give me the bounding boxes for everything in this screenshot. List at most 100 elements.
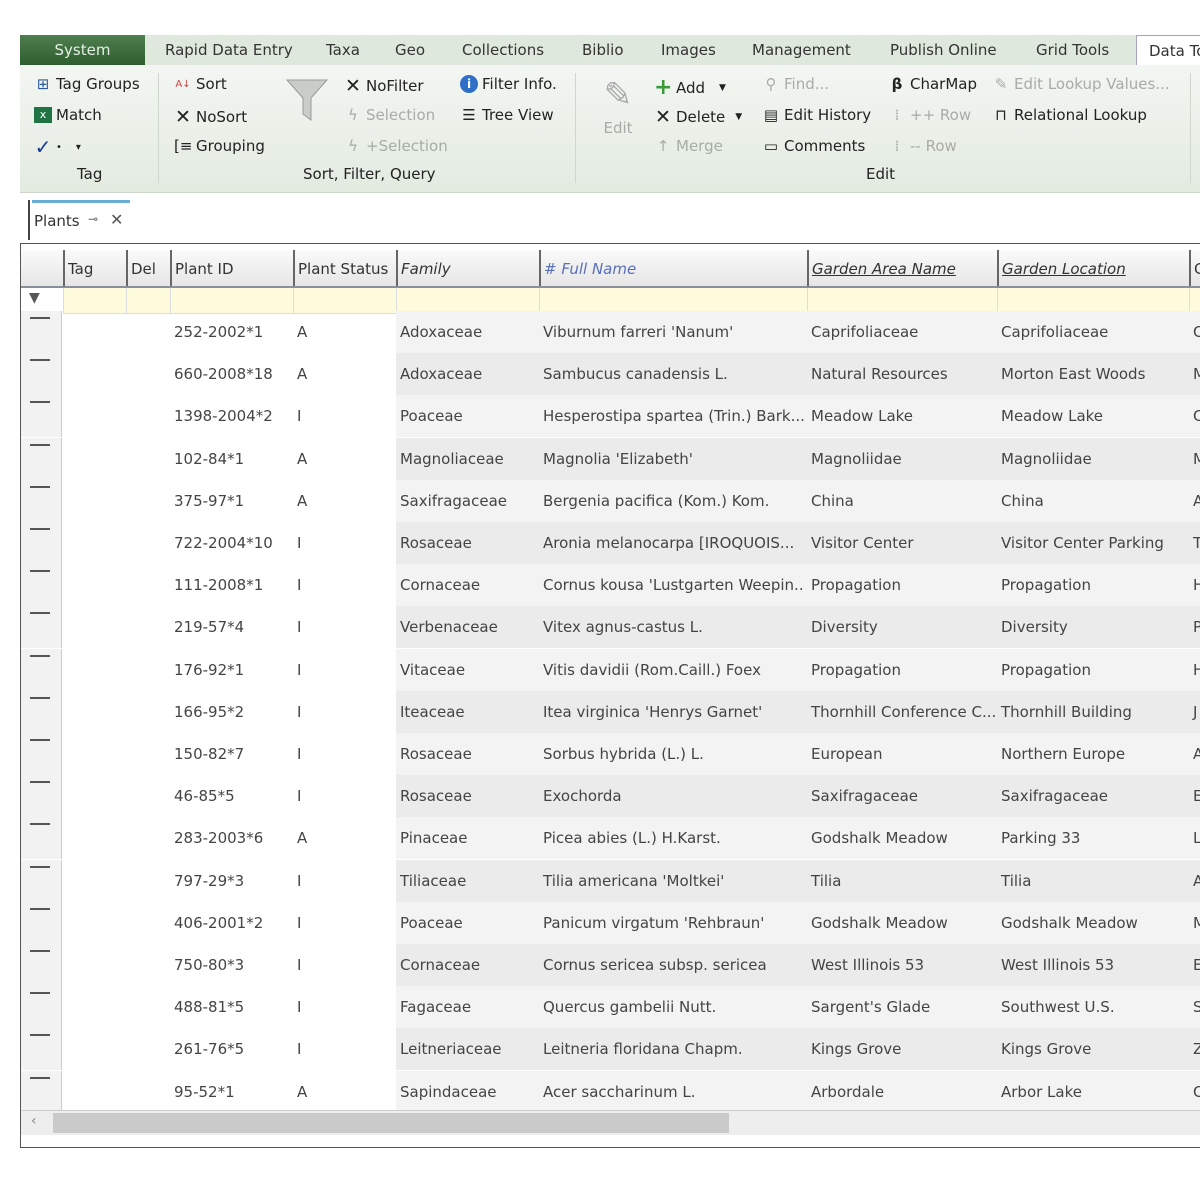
nofilter-button[interactable]: ✕ NoFilter [344, 75, 424, 97]
row-selector[interactable] [21, 353, 62, 396]
table-row[interactable]: 95-52*1 A Sapindaceae Acer saccharinum L. Ar… [63, 1070, 1200, 1113]
cell-garden-location[interactable]: Propagation [997, 649, 1187, 691]
filter-cell[interactable] [997, 288, 1190, 313]
column-header-g[interactable]: G [1189, 250, 1200, 286]
cell-plant-id[interactable]: 406-2001*2 [170, 902, 291, 944]
cell-family[interactable]: Vitaceae [396, 649, 537, 691]
pin-icon[interactable]: ⊸ [88, 212, 98, 226]
cell-family[interactable]: Adoxaceae [396, 353, 537, 395]
cell-plant-id[interactable]: 1398-2004*2 [170, 395, 291, 437]
table-row[interactable]: 252-2002*1 A Adoxaceae Viburnum farreri 'Na… [63, 311, 1200, 353]
cell-family[interactable]: Tiliaceae [396, 860, 537, 902]
cell-family[interactable]: Verbenaceae [396, 606, 537, 648]
cell-next-column[interactable]: H [1189, 564, 1200, 606]
cell-garden-location[interactable]: Tilia [997, 860, 1187, 902]
table-row[interactable]: 797-29*3 I Tiliaceae Tilia americana 'Moltk… [63, 859, 1200, 902]
cell-full-name[interactable]: Panicum virgatum 'Rehbraun' [539, 902, 805, 944]
scrollbar-thumb[interactable] [53, 1113, 729, 1133]
cell-plant-status[interactable]: I [293, 733, 394, 775]
cell-full-name[interactable]: Exochorda [539, 775, 805, 817]
cell-full-name[interactable]: Hesperostipa spartea (Trin.) Bark... [539, 395, 805, 437]
row-selector[interactable] [21, 311, 62, 353]
row-selector[interactable] [21, 690, 62, 733]
cell-plant-status[interactable]: I [293, 606, 394, 648]
filter-cell[interactable] [539, 288, 808, 313]
row-selector[interactable] [21, 733, 62, 775]
table-row[interactable]: 488-81*5 I Fagaceae Quercus gambelii Nutt. S… [63, 986, 1200, 1029]
cell-family[interactable]: Rosaceae [396, 775, 537, 817]
cell-plant-status[interactable]: A [293, 480, 394, 522]
row-selector[interactable] [21, 944, 62, 986]
cell-garden-area-name[interactable]: Natural Resources [807, 353, 995, 395]
cell-next-column[interactable]: A [1189, 480, 1200, 522]
tab-geo[interactable]: Geo [395, 35, 440, 65]
cell-garden-location[interactable]: Kings Grove [997, 1028, 1187, 1070]
grouping-button[interactable]: [≡ Grouping [174, 137, 265, 155]
cell-plant-id[interactable]: 219-57*4 [170, 606, 291, 648]
row-selector[interactable] [21, 564, 62, 607]
cell-full-name[interactable]: Cornus kousa 'Lustgarten Weepin... [539, 564, 805, 606]
cell-plant-status[interactable]: I [293, 1028, 394, 1070]
find-button[interactable]: ⚲ Find... [762, 75, 830, 93]
table-row[interactable]: 660-2008*18 A Adoxaceae Sambucus canadensis… [63, 353, 1200, 396]
cell-plant-id[interactable]: 722-2004*10 [170, 522, 291, 564]
filter-cell[interactable] [807, 288, 998, 313]
cell-plant-status[interactable]: I [293, 564, 394, 606]
cell-garden-location[interactable]: Saxifragaceae [997, 775, 1187, 817]
cell-plant-id[interactable]: 102-84*1 [170, 438, 291, 480]
column-header-plant-status[interactable]: Plant Status [293, 250, 396, 286]
cell-garden-area-name[interactable]: Magnoliidae [807, 438, 995, 480]
cell-plant-id[interactable]: 252-2002*1 [170, 311, 291, 353]
table-row[interactable]: 375-97*1 A Saxifragaceae Bergenia pacifica … [63, 479, 1200, 522]
cell-next-column[interactable]: E [1189, 944, 1200, 986]
cell-garden-location[interactable]: Northern Europe [997, 733, 1187, 775]
cell-next-column[interactable]: H [1189, 649, 1200, 691]
cell-next-column[interactable]: L [1189, 817, 1200, 859]
row-selector[interactable] [21, 479, 62, 522]
cell-garden-area-name[interactable]: Caprifoliaceae [807, 311, 995, 353]
cell-plant-status[interactable]: I [293, 691, 394, 733]
cell-next-column[interactable]: M [1189, 353, 1200, 395]
cell-garden-area-name[interactable]: Godshalk Meadow [807, 902, 995, 944]
cell-plant-status[interactable]: I [293, 902, 394, 944]
cell-garden-location[interactable]: Caprifoliaceae [997, 311, 1187, 353]
cell-family[interactable]: Sapindaceae [396, 1071, 537, 1113]
cell-plant-id[interactable]: 166-95*2 [170, 691, 291, 733]
cell-family[interactable]: Cornaceae [396, 944, 537, 986]
cell-family[interactable]: Poaceae [396, 902, 537, 944]
cell-next-column[interactable]: A [1189, 860, 1200, 902]
tab-publish-online[interactable]: Publish Online [890, 35, 1015, 65]
cell-next-column[interactable]: A [1189, 733, 1200, 775]
column-header-full-name[interactable]: # Full Name [539, 250, 807, 286]
table-row[interactable]: 176-92*1 I Vitaceae Vitis davidii (Rom.Cail… [63, 648, 1200, 691]
cell-plant-status[interactable]: I [293, 649, 394, 691]
tab-biblio[interactable]: Biblio [582, 35, 642, 65]
cell-garden-location[interactable]: Magnoliidae [997, 438, 1187, 480]
row-selector[interactable] [21, 1028, 62, 1071]
cell-next-column[interactable]: M [1189, 902, 1200, 944]
cell-full-name[interactable]: Vitis davidii (Rom.Caill.) Foex [539, 649, 805, 691]
cell-next-column[interactable]: C [1189, 395, 1200, 437]
cell-full-name[interactable]: Acer saccharinum L. [539, 1071, 805, 1113]
cell-plant-id[interactable]: 46-85*5 [170, 775, 291, 817]
row-selector[interactable] [21, 817, 62, 860]
column-header-tag[interactable]: Tag [63, 250, 126, 286]
relational-lookup-button[interactable]: ⊓ Relational Lookup [992, 106, 1147, 124]
column-header-plant-id[interactable]: Plant ID [170, 250, 293, 286]
cell-garden-location[interactable]: Southwest U.S. [997, 986, 1187, 1028]
cell-family[interactable]: Adoxaceae [396, 311, 537, 353]
cell-full-name[interactable]: Itea virginica 'Henrys Garnet' [539, 691, 805, 733]
cell-plant-id[interactable]: 261-76*5 [170, 1028, 291, 1070]
filter-cell[interactable] [396, 288, 540, 313]
table-row[interactable]: 1398-2004*2 I Poaceae Hesperostipa spartea … [63, 395, 1200, 438]
cell-next-column[interactable]: C [1189, 1071, 1200, 1113]
cell-garden-area-name[interactable]: Propagation [807, 564, 995, 606]
edit-history-button[interactable]: ▤ Edit History [762, 106, 871, 124]
row-selector[interactable] [21, 901, 62, 944]
match-button[interactable]: x Match [34, 106, 102, 124]
cell-garden-area-name[interactable]: Tilia [807, 860, 995, 902]
cell-plant-id[interactable]: 660-2008*18 [170, 353, 291, 395]
tag-groups-button[interactable]: ⊞ Tag Groups [34, 75, 140, 93]
cell-garden-location[interactable]: Thornhill Building [997, 691, 1187, 733]
table-row[interactable]: 261-76*5 I Leitneriaceae Leitneria floridan… [63, 1028, 1200, 1071]
